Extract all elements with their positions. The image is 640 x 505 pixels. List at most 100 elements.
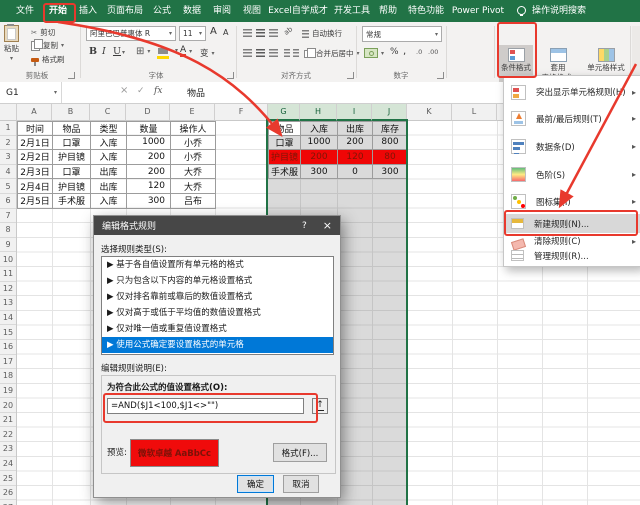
table-cell[interactable]: 2月4日 — [18, 179, 53, 194]
menu-item-color-scales[interactable]: 色阶(S) ▸ — [505, 161, 640, 188]
dialog-title-bar[interactable]: 编辑格式规则 ? × — [94, 216, 340, 235]
table-cell[interactable]: 300 — [373, 165, 408, 180]
table-cell[interactable]: 200 — [301, 150, 338, 165]
col-header-j[interactable]: J — [372, 103, 407, 121]
row-header[interactable]: 20 — [0, 398, 16, 413]
collapse-dialog-button[interactable]: ↑ — [312, 398, 328, 414]
row-header[interactable]: 1 — [0, 121, 16, 136]
tab-page-layout[interactable]: 页面布局 — [102, 0, 148, 22]
rule-type-option[interactable]: ▶ 仅对排名靠前或靠后的数值设置格式 — [102, 289, 333, 305]
alignment-dialog-launcher-icon[interactable] — [347, 72, 354, 79]
table-cell[interactable]: 小乔 — [171, 136, 216, 151]
align-left-icon[interactable] — [243, 49, 252, 57]
row-header[interactable]: 9 — [0, 238, 16, 253]
number-dialog-launcher-icon[interactable] — [437, 72, 444, 79]
format-painter-button[interactable]: 格式刷 — [31, 54, 65, 65]
table-cell[interactable]: 入库 — [301, 122, 338, 136]
menu-item-new-rule[interactable]: 新建规则(N)... — [505, 214, 640, 233]
table-cell[interactable]: 手术服 — [269, 165, 301, 180]
table-cell[interactable]: 口罩 — [53, 136, 91, 151]
align-top-icon[interactable] — [243, 29, 252, 37]
align-middle-icon[interactable] — [256, 29, 265, 37]
col-header-a[interactable]: A — [17, 103, 52, 121]
table-cell[interactable]: 0 — [338, 165, 373, 180]
shrink-font-button[interactable]: A — [223, 28, 228, 37]
table-cell[interactable]: 库存 — [373, 122, 408, 136]
table-cell[interactable]: 手术服 — [53, 194, 91, 209]
row-header[interactable]: 14 — [0, 311, 16, 326]
decrease-decimal-button[interactable]: .00 — [428, 48, 438, 56]
italic-button[interactable]: I — [102, 46, 106, 57]
table-cell[interactable]: 1000 — [127, 136, 171, 151]
table-cell[interactable]: 时间 — [18, 122, 53, 136]
table-cell[interactable]: 小乔 — [171, 150, 216, 165]
row-header[interactable]: 17 — [0, 355, 16, 370]
table-cell[interactable]: 大乔 — [171, 179, 216, 194]
table-cell[interactable]: 物品 — [53, 122, 91, 136]
table-cell[interactable]: 200 — [127, 165, 171, 180]
tab-power-pivot[interactable]: Power Pivot — [450, 0, 506, 22]
tab-data[interactable]: 数据 — [178, 0, 206, 22]
row-header[interactable]: 27 — [0, 500, 16, 505]
table-cell[interactable]: 200 — [127, 150, 171, 165]
table-cell[interactable]: 800 — [373, 136, 408, 151]
wrap-text-button[interactable]: 自动换行 — [302, 28, 342, 39]
row-header[interactable]: 18 — [0, 369, 16, 384]
menu-item-clear-rules[interactable]: 清除规则(C) ▸ — [505, 234, 640, 248]
row-header[interactable]: 15 — [0, 325, 16, 340]
row-header[interactable]: 5 — [0, 179, 16, 194]
row-header[interactable]: 7 — [0, 209, 16, 224]
tab-developer[interactable]: 开发工具 — [332, 0, 372, 22]
copy-button[interactable]: 复制 ▾ — [31, 40, 64, 51]
tab-view[interactable]: 视图 — [238, 0, 266, 22]
grow-font-button[interactable]: A — [210, 26, 217, 37]
help-icon[interactable]: ? — [302, 221, 307, 231]
row-header[interactable]: 16 — [0, 340, 16, 355]
col-header-f[interactable]: F — [215, 103, 268, 121]
col-header-g[interactable]: G — [268, 103, 300, 121]
row-header[interactable]: 19 — [0, 384, 16, 399]
underline-dropdown-icon[interactable]: ▾ — [122, 49, 125, 56]
table-cell[interactable]: 120 — [338, 150, 373, 165]
borders-button[interactable]: ⊞▾ — [136, 46, 150, 57]
table-cell[interactable]: 出库 — [91, 179, 127, 194]
row-header[interactable]: 10 — [0, 252, 16, 267]
table-cell[interactable]: 200 — [338, 136, 373, 151]
increase-decimal-button[interactable]: .0 — [416, 48, 422, 56]
row-header[interactable]: 12 — [0, 282, 16, 297]
active-cell-g1[interactable]: 物品 — [269, 122, 301, 136]
table-cell[interactable]: 出库 — [338, 122, 373, 136]
row-header[interactable]: 26 — [0, 486, 16, 501]
row-header[interactable]: 6 — [0, 194, 16, 209]
row-header[interactable]: 25 — [0, 471, 16, 486]
cancel-button[interactable]: 取消 — [283, 475, 319, 493]
rule-type-option[interactable]: ▶ 仅对唯一值或重复值设置格式 — [102, 321, 333, 337]
cancel-entry-button[interactable]: × — [120, 85, 128, 96]
tell-me-search[interactable]: 操作说明搜索 — [528, 0, 590, 22]
align-bottom-icon[interactable] — [269, 29, 278, 37]
row-header[interactable]: 13 — [0, 296, 16, 311]
tab-excel-selfstudy[interactable]: Excel自学成才 — [266, 0, 330, 22]
comma-style-button[interactable]: , — [403, 46, 406, 57]
align-center-icon[interactable] — [256, 49, 265, 57]
close-icon[interactable]: × — [323, 219, 332, 232]
enter-entry-button[interactable]: ✓ — [137, 86, 145, 96]
table-cell[interactable]: 操作人 — [171, 122, 216, 136]
merge-center-button[interactable]: 合并后居中 ▾ — [304, 48, 360, 59]
table-cell[interactable]: 护目镜 — [53, 179, 91, 194]
table-cell[interactable]: 护目镜 — [269, 150, 301, 165]
row-header[interactable]: 21 — [0, 413, 16, 428]
table-cell[interactable]: 300 — [301, 165, 338, 180]
row-header[interactable]: 11 — [0, 267, 16, 282]
table-cell[interactable]: 大乔 — [171, 165, 216, 180]
tab-file[interactable]: 文件 — [10, 0, 40, 22]
bold-button[interactable]: B — [89, 46, 97, 57]
col-header-c[interactable]: C — [90, 103, 126, 121]
paste-button[interactable]: 粘贴 ▾ — [4, 25, 19, 62]
table-cell[interactable]: 80 — [373, 150, 408, 165]
decrease-indent-icon[interactable] — [284, 49, 290, 57]
row-header[interactable]: 2 — [0, 136, 16, 151]
phonetic-guide-button[interactable]: 变▾ — [200, 47, 215, 59]
row-header[interactable]: 22 — [0, 427, 16, 442]
underline-button[interactable]: U — [113, 46, 121, 57]
